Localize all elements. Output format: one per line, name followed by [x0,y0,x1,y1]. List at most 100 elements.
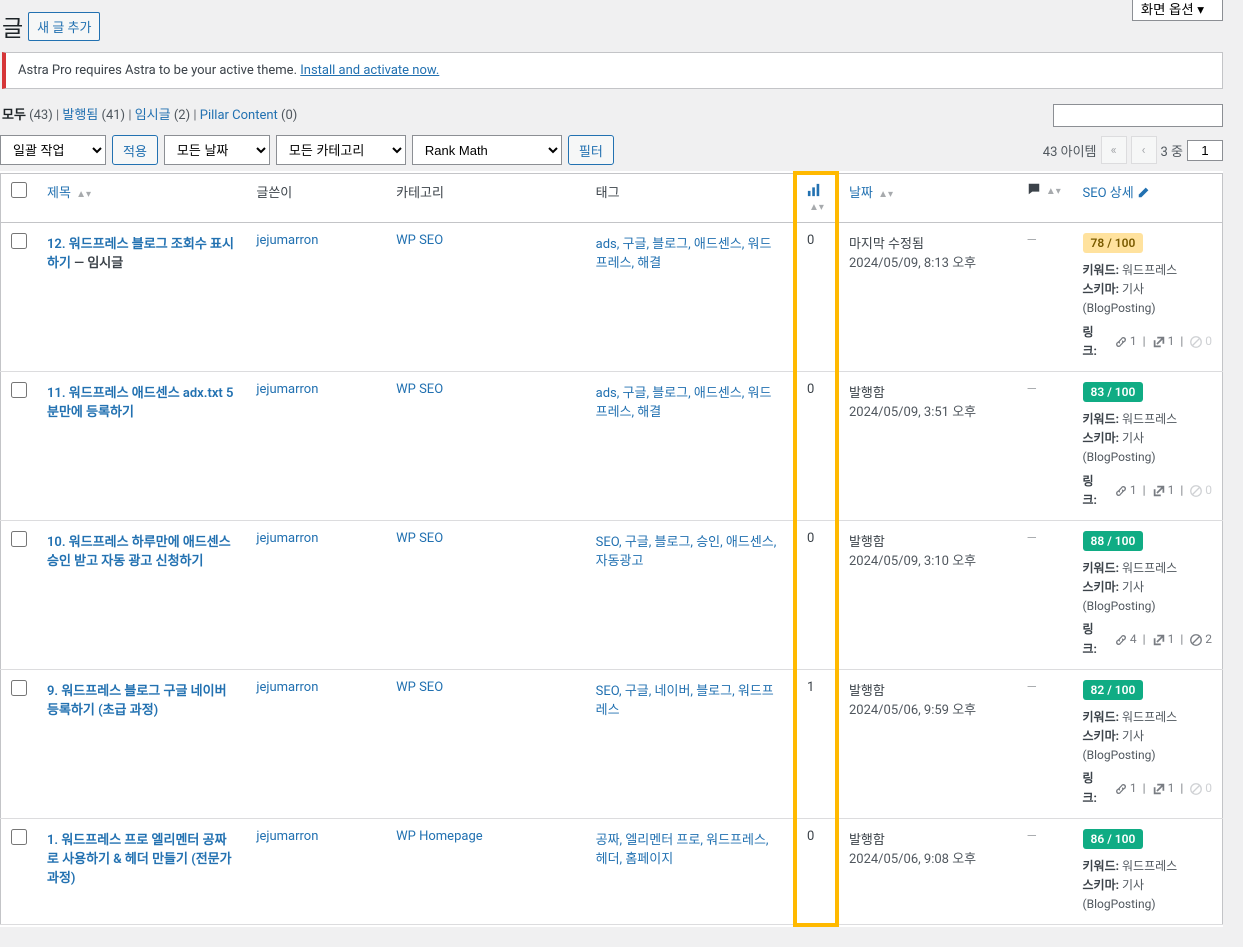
seo-schema: 스키마: 기사 (BlogPosting) [1083,280,1213,318]
filter-button[interactable]: 필터 [568,135,614,165]
links-label: 링크: [1083,472,1108,510]
stats-cell: 0 [795,223,837,372]
seo-keyword: 키워드: 워드프레스 [1083,708,1213,727]
bulk-action-select[interactable]: 일괄 작업 [0,135,106,165]
tags-links[interactable]: 공짜, 엘리멘터 프로, 워드프레스, 헤더, 홈페이지 [596,833,769,867]
add-new-post-button[interactable]: 새 글 추가 [28,12,100,41]
column-category: 카테고리 [386,173,586,223]
first-page-button[interactable]: « [1101,136,1127,164]
date-cell: 발행함 2024/05/09, 3:10 오후 [837,520,1017,669]
date-filter-select[interactable]: 모든 날짜 [164,135,270,165]
seo-keyword: 키워드: 워드프레스 [1083,857,1213,876]
category-link[interactable]: WP SEO [396,680,443,695]
author-link[interactable]: jejumarron [256,680,318,695]
stats-cell: 0 [795,371,837,520]
external-links: 1 [1152,779,1175,798]
seo-score-badge[interactable]: 83 / 100 [1083,382,1144,402]
category-link[interactable]: WP SEO [396,382,443,397]
column-comments[interactable]: ▲▾ [1017,173,1073,223]
column-author: 글쓴이 [246,173,386,223]
seo-schema: 스키마: 기사 (BlogPosting) [1083,578,1213,616]
seo-schema: 스키마: 기사 (BlogPosting) [1083,727,1213,765]
column-date[interactable]: 날짜 ▲▾ [837,173,1017,223]
pencil-icon [1137,185,1151,199]
rankmath-filter-select[interactable]: Rank Math [412,135,562,165]
stats-cell: 0 [795,818,837,925]
category-link[interactable]: WP Homepage [396,829,483,844]
filter-all[interactable]: 모두 [2,108,26,123]
external-links: 1 [1152,481,1175,500]
incoming-links: 2 [1189,630,1212,649]
column-title[interactable]: 제목 ▲▾ [37,173,246,223]
incoming-links: 0 [1189,481,1212,500]
row-checkbox[interactable] [11,829,27,845]
filter-published[interactable]: 발행됨 [62,108,98,123]
row-checkbox[interactable] [11,531,27,547]
internal-links: 4 [1114,630,1137,649]
chevron-down-icon: ▾ [1197,2,1204,17]
links-label: 링크: [1083,620,1108,658]
post-title-link[interactable]: 1. 워드프레스 프로 엘리멘터 공짜로 사용하기 & 헤더 만들기 (전문가 … [47,833,232,886]
post-status-filters: 모두 (43) | 발행됨 (41) | 임시글 (2) | Pillar Co… [2,104,1223,123]
category-link[interactable]: WP SEO [396,531,443,546]
table-row: 10. 워드프레스 하루만에 애드센스 승인 받고 자동 광고 신청하기 jej… [1,520,1223,669]
total-pages: 3 중 [1161,141,1184,160]
seo-schema: 스키마: 기사 (BlogPosting) [1083,429,1213,467]
column-seo[interactable]: SEO 상세 [1073,173,1223,223]
links-label: 링크: [1083,323,1108,361]
date-cell: 발행함 2024/05/06, 9:08 오후 [837,818,1017,925]
comment-icon [1027,182,1041,196]
comments-count: — [1027,233,1037,248]
internal-links: 1 [1114,779,1137,798]
incoming-links: 0 [1189,779,1212,798]
row-checkbox[interactable] [11,233,27,249]
links-label: 링크: [1083,769,1108,807]
sort-icon: ▲▾ [809,202,824,213]
row-checkbox[interactable] [11,680,27,696]
select-all-checkbox[interactable] [11,182,27,198]
tags-links[interactable]: ads, 구글, 블로그, 애드센스, 워드프레스, 해결 [596,237,772,271]
author-link[interactable]: jejumarron [256,233,318,248]
page-title: 글 [2,9,23,43]
comments-count: — [1027,531,1037,546]
stats-cell: 1 [795,669,837,818]
current-page-input[interactable] [1187,140,1223,161]
post-title-link[interactable]: 10. 워드프레스 하루만에 애드센스 승인 받고 자동 광고 신청하기 [47,535,231,569]
stats-cell: 0 [795,520,837,669]
tags-links[interactable]: SEO, 구글, 블로그, 승인, 애드센스, 자동광고 [596,535,777,569]
filter-pillar-count: (0) [281,108,297,123]
table-row: 11. 워드프레스 애드센스 adx.txt 5분만에 등록하기 jejumar… [1,371,1223,520]
seo-score-badge[interactable]: 86 / 100 [1083,829,1144,849]
tags-links[interactable]: ads, 구글, 블로그, 애드센스, 워드프레스, 해결 [596,386,772,420]
seo-score-badge[interactable]: 78 / 100 [1083,233,1144,253]
table-row: 12. 워드프레스 블로그 조회수 표시하기 — 임시글 jejumarron … [1,223,1223,372]
install-activate-link[interactable]: Install and activate now. [300,63,439,78]
column-stats[interactable]: ▲▾ [795,173,837,223]
table-row: 9. 워드프레스 블로그 구글 네이버 등록하기 (초급 과정) jejumar… [1,669,1223,818]
author-link[interactable]: jejumarron [256,829,318,844]
column-tags: 태그 [586,173,795,223]
post-title-link[interactable]: 9. 워드프레스 블로그 구글 네이버 등록하기 (초급 과정) [47,684,227,718]
comments-count: — [1027,829,1037,844]
author-link[interactable]: jejumarron [256,382,318,397]
seo-score-badge[interactable]: 88 / 100 [1083,531,1144,551]
row-checkbox[interactable] [11,382,27,398]
author-link[interactable]: jejumarron [256,531,318,546]
prev-page-button[interactable]: ‹ [1131,136,1157,164]
external-links: 1 [1152,332,1175,351]
tags-links[interactable]: SEO, 구글, 네이버, 블로그, 워드프레스 [596,684,774,718]
screen-options-button[interactable]: 화면 옵션 ▾ [1132,0,1223,21]
filter-pillar[interactable]: Pillar Content [200,108,278,123]
date-cell: 마지막 수정됨 2024/05/09, 8:13 오후 [837,223,1017,372]
search-input[interactable] [1053,104,1223,127]
external-links: 1 [1152,630,1175,649]
filter-draft[interactable]: 임시글 [135,108,171,123]
internal-links: 1 [1114,481,1137,500]
category-link[interactable]: WP SEO [396,233,443,248]
sort-icon: ▲▾ [1046,186,1061,197]
category-filter-select[interactable]: 모든 카테고리 [276,135,406,165]
apply-button[interactable]: 적용 [112,135,158,165]
seo-score-badge[interactable]: 82 / 100 [1083,680,1144,700]
comments-count: — [1027,680,1037,695]
post-title-link[interactable]: 11. 워드프레스 애드센스 adx.txt 5분만에 등록하기 [47,386,233,420]
